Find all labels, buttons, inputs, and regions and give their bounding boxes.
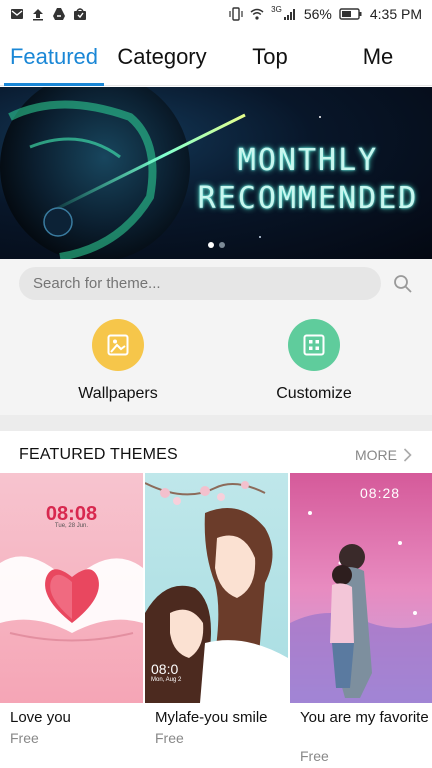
notification-icons <box>10 7 87 21</box>
more-label: MORE <box>355 447 397 463</box>
thumb-date: Tue, 28 Jun. <box>54 523 89 529</box>
network-type-label: 3G <box>271 4 282 14</box>
banner-title: MONTHLY RECOMMENDED <box>188 142 428 218</box>
thumb-date: Mon, Aug 2 <box>151 677 182 683</box>
featured-themes-list: 08:08 Tue, 28 Jun. Love you Free 08:0 Mo… <box>0 473 432 768</box>
promo-banner[interactable]: MONTHLY RECOMMENDED <box>0 87 432 259</box>
tab-me[interactable]: Me <box>324 28 432 86</box>
banner-page-indicator <box>0 242 432 248</box>
theme-thumbnail[interactable]: 08:28 <box>290 473 432 703</box>
tab-top[interactable]: Top <box>216 28 324 86</box>
theme-name: Mylafe-you smile <box>155 709 268 726</box>
banner-title-line2: RECOMMENDED <box>197 181 419 216</box>
signal-icon <box>283 9 295 20</box>
grid-icon <box>303 334 325 356</box>
section-title: FEATURED THEMES <box>19 446 178 463</box>
wallpapers-circle <box>92 319 144 371</box>
status-bar: 3G 56% 4:35 PM <box>0 0 432 28</box>
store-icon <box>74 8 86 20</box>
theme-thumbnail[interactable]: 08:0 Mon, Aug 2 <box>145 473 288 703</box>
top-tabs: Featured Category Top Me <box>0 28 432 86</box>
theme-thumbnail[interactable]: 08:08 Tue, 28 Jun. <box>0 473 143 703</box>
theme-price: Free <box>155 730 184 746</box>
more-link[interactable]: MORE <box>355 447 412 463</box>
chevron-right-icon <box>403 448 412 462</box>
customize-label: Customize <box>276 385 352 402</box>
quick-entries: Wallpapers Customize <box>0 311 432 415</box>
theme-name: Love you <box>10 709 71 726</box>
tab-category[interactable]: Category <box>108 28 216 86</box>
drive-icon <box>53 8 65 20</box>
banner-title-line1: MONTHLY <box>237 143 379 178</box>
search-icon[interactable] <box>393 274 413 294</box>
thumb-clock: 08:28 <box>360 485 401 501</box>
search-input[interactable] <box>19 267 381 300</box>
theme-card[interactable]: 08:0 Mon, Aug 2 Mylafe-you smile Free <box>145 473 288 746</box>
battery-percent: 56% <box>303 6 332 22</box>
customize-circle <box>288 319 340 371</box>
theme-price: Free <box>10 730 39 746</box>
theme-name: You are my favorite <box>300 709 429 726</box>
clock: 4:35 PM <box>369 6 422 22</box>
thumb-clock: 08:0 <box>151 661 179 677</box>
upload-icon <box>33 9 43 21</box>
theme-card[interactable]: 08:08 Tue, 28 Jun. Love you Free <box>0 473 143 746</box>
vibrate-icon <box>229 7 243 21</box>
wifi-icon <box>250 8 264 20</box>
search-row <box>0 259 432 311</box>
wallpapers-label: Wallpapers <box>78 385 158 402</box>
battery-icon <box>339 8 362 20</box>
page-dot-1 <box>207 242 214 248</box>
page-dot-2 <box>218 242 225 248</box>
section-divider <box>0 415 432 431</box>
wallpapers-button[interactable]: Wallpapers <box>48 319 188 403</box>
theme-price: Free <box>300 748 329 764</box>
customize-button[interactable]: Customize <box>244 319 384 403</box>
mail-icon <box>11 9 23 19</box>
theme-card[interactable]: 08:28 You are my favorite Free <box>290 473 432 764</box>
system-status: 3G 56% 4:35 PM <box>229 4 422 22</box>
image-icon <box>107 334 129 356</box>
tab-featured[interactable]: Featured <box>0 28 108 86</box>
featured-section-header: FEATURED THEMES MORE <box>0 431 432 473</box>
couple-tree-illustration <box>290 511 432 703</box>
